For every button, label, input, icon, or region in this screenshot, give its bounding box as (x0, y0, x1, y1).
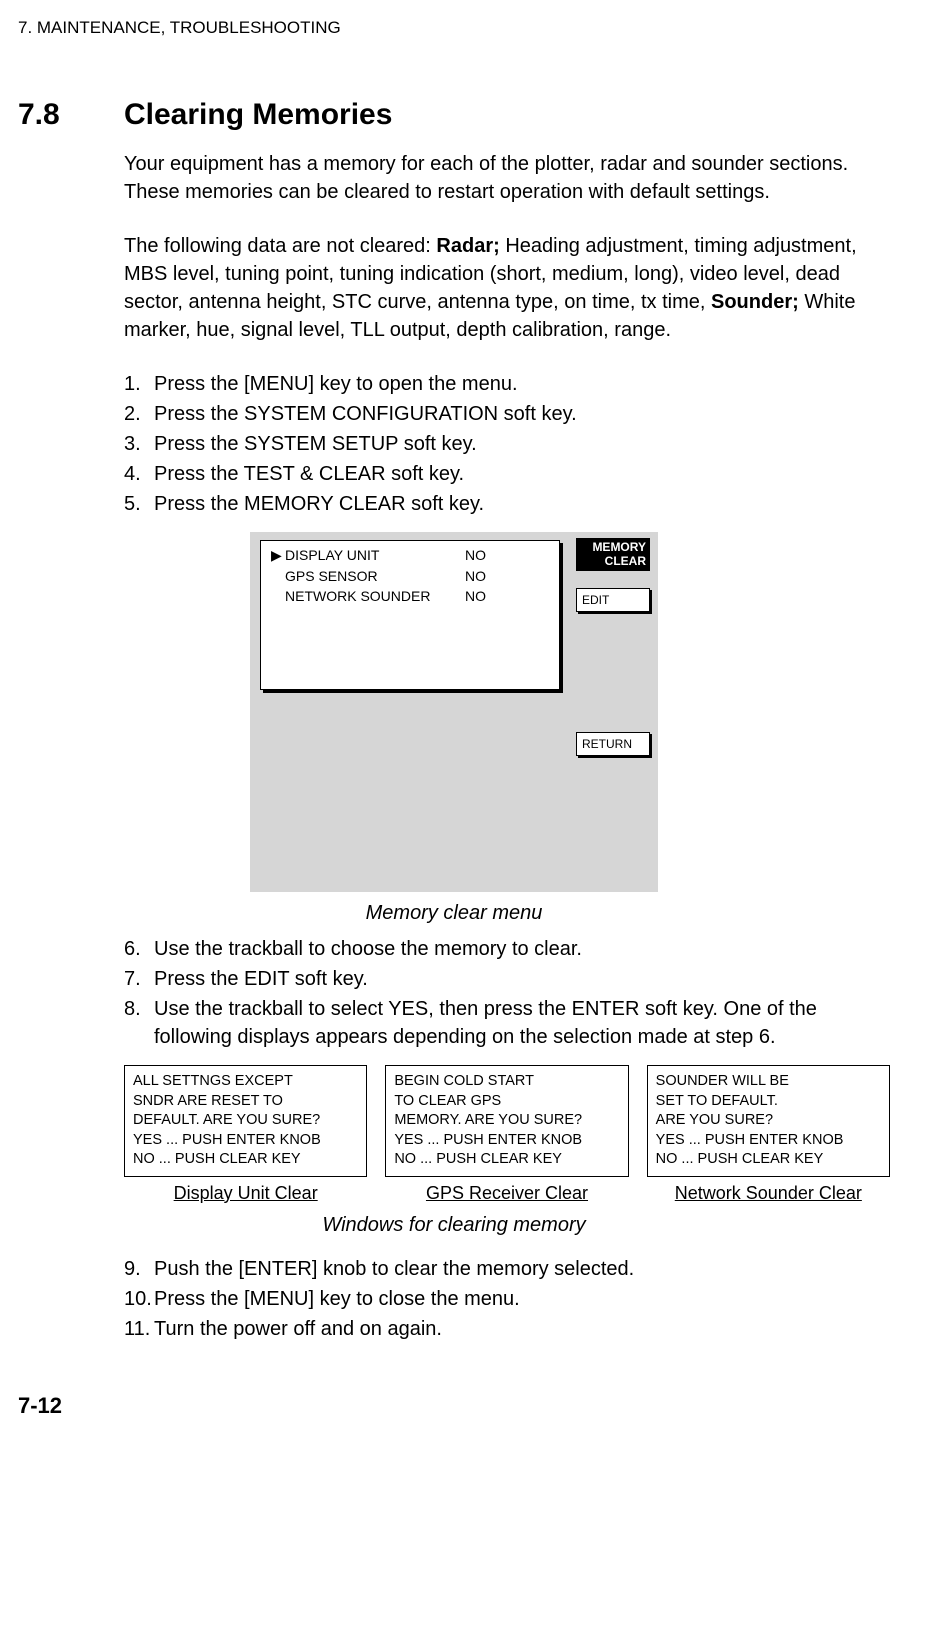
steps-list-3: 9.Push the [ENTER] knob to clear the mem… (124, 1255, 890, 1343)
step-text: Press the TEST & CLEAR soft key. (154, 460, 890, 488)
cursor-icon: ▶ (271, 547, 285, 564)
list-item: 1.Press the [MENU] key to open the menu. (124, 370, 890, 398)
step-text: Press the MEMORY CLEAR soft key. (154, 490, 890, 518)
list-item: 8.Use the trackball to select YES, then … (124, 995, 890, 1051)
step-number: 2. (124, 400, 154, 428)
step-number: 7. (124, 965, 154, 993)
figure-memory-clear-menu: ▶ DISPLAY UNIT NO GPS SENSOR NO NETWORK … (18, 532, 890, 925)
list-item: 7.Press the EDIT soft key. (124, 965, 890, 993)
section-heading: 7.8 Clearing Memories (18, 98, 890, 132)
menu-title-line1: MEMORY (592, 540, 646, 554)
running-head: 7. MAINTENANCE, TROUBLESHOOTING (18, 18, 890, 38)
menu-item-label: GPS SENSOR (285, 568, 465, 584)
list-item: 4.Press the TEST & CLEAR soft key. (124, 460, 890, 488)
menu-title: MEMORY CLEAR (576, 538, 650, 571)
figure-caption-2: Windows for clearing memory (18, 1214, 890, 1237)
list-item: 11.Turn the power off and on again. (124, 1315, 890, 1343)
caption-display-unit: Display Unit Clear (124, 1183, 367, 1204)
menu-panel: ▶ DISPLAY UNIT NO GPS SENSOR NO NETWORK … (260, 540, 560, 690)
list-item: 3.Press the SYSTEM SETUP soft key. (124, 430, 890, 458)
step-text: Press the EDIT soft key. (154, 965, 890, 993)
dialog-display-unit-clear: ALL SETTNGS EXCEPT SNDR ARE RESET TO DEF… (124, 1065, 367, 1177)
list-item: 2.Press the SYSTEM CONFIGURATION soft ke… (124, 400, 890, 428)
device-screen: ▶ DISPLAY UNIT NO GPS SENSOR NO NETWORK … (250, 532, 658, 892)
cursor-icon (271, 568, 285, 584)
cursor-icon (271, 588, 285, 604)
menu-item-value: NO (465, 568, 486, 584)
bold-sounder: Sounder; (711, 291, 799, 313)
section-title: Clearing Memories (124, 98, 392, 132)
step-text: Press the SYSTEM CONFIGURATION soft key. (154, 400, 890, 428)
windows-row: ALL SETTNGS EXCEPT SNDR ARE RESET TO DEF… (124, 1065, 890, 1177)
step-number: 3. (124, 430, 154, 458)
step-number: 6. (124, 935, 154, 963)
windows-captions: Display Unit Clear GPS Receiver Clear Ne… (124, 1183, 890, 1204)
step-text: Push the [ENTER] knob to clear the memor… (154, 1255, 890, 1283)
menu-item-label: NETWORK SOUNDER (285, 588, 465, 604)
steps-list-2: 6.Use the trackball to choose the memory… (124, 935, 890, 1051)
text: The following data are not cleared: (124, 235, 436, 257)
bold-radar: Radar; (436, 235, 499, 257)
step-number: 4. (124, 460, 154, 488)
step-number: 9. (124, 1255, 154, 1283)
step-number: 1. (124, 370, 154, 398)
step-number: 10. (124, 1285, 154, 1313)
list-item: 5.Press the MEMORY CLEAR soft key. (124, 490, 890, 518)
step-number: 11. (124, 1315, 154, 1343)
menu-row: NETWORK SOUNDER NO (271, 588, 549, 604)
edit-softkey: EDIT (576, 588, 650, 612)
figure-caption: Memory clear menu (366, 902, 543, 925)
page-number: 7-12 (18, 1393, 890, 1419)
menu-row: ▶ DISPLAY UNIT NO (271, 547, 549, 564)
list-item: 9.Push the [ENTER] knob to clear the mem… (124, 1255, 890, 1283)
menu-item-label: DISPLAY UNIT (285, 547, 465, 564)
step-text: Press the [MENU] key to open the menu. (154, 370, 890, 398)
list-item: 6.Use the trackball to choose the memory… (124, 935, 890, 963)
return-softkey: RETURN (576, 732, 650, 756)
intro-paragraph: Your equipment has a memory for each of … (124, 150, 890, 206)
menu-item-value: NO (465, 588, 486, 604)
caption-gps-receiver: GPS Receiver Clear (385, 1183, 628, 1204)
menu-row: GPS SENSOR NO (271, 568, 549, 584)
step-text: Turn the power off and on again. (154, 1315, 890, 1343)
list-item: 10.Press the [MENU] key to close the men… (124, 1285, 890, 1313)
dialog-gps-receiver-clear: BEGIN COLD START TO CLEAR GPS MEMORY. AR… (385, 1065, 628, 1177)
not-cleared-paragraph: The following data are not cleared: Rada… (124, 232, 890, 344)
dialog-network-sounder-clear: SOUNDER WILL BE SET TO DEFAULT. ARE YOU … (647, 1065, 890, 1177)
menu-title-line2: CLEAR (605, 554, 646, 568)
steps-list-1: 1.Press the [MENU] key to open the menu.… (124, 370, 890, 518)
step-text: Press the SYSTEM SETUP soft key. (154, 430, 890, 458)
step-text: Press the [MENU] key to close the menu. (154, 1285, 890, 1313)
step-text: Use the trackball to select YES, then pr… (154, 995, 890, 1051)
step-text: Use the trackball to choose the memory t… (154, 935, 890, 963)
caption-network-sounder: Network Sounder Clear (647, 1183, 890, 1204)
menu-item-value: NO (465, 547, 486, 564)
section-number: 7.8 (18, 98, 124, 132)
step-number: 8. (124, 995, 154, 1051)
step-number: 5. (124, 490, 154, 518)
